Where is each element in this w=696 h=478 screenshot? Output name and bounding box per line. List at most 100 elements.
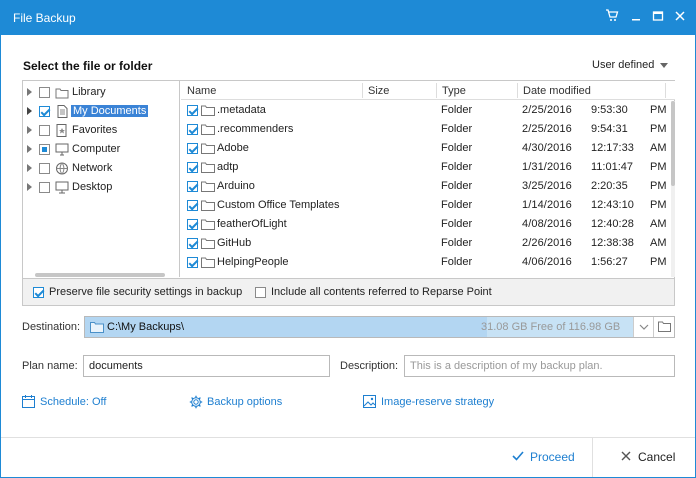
computer-icon: [55, 143, 69, 156]
column-header-name[interactable]: Name: [187, 85, 216, 97]
column-header-type[interactable]: Type: [442, 85, 466, 97]
tree-checkbox[interactable]: [39, 125, 50, 136]
destination-label: Destination:: [22, 321, 81, 333]
column-divider[interactable]: [436, 83, 437, 98]
column-header-size[interactable]: Size: [368, 85, 389, 97]
file-checkbox[interactable]: [187, 257, 198, 268]
cart-icon[interactable]: [602, 8, 622, 28]
desktop-icon: [55, 181, 69, 194]
backup-options-link[interactable]: Backup options: [189, 395, 289, 409]
tree-checkbox[interactable]: [39, 106, 50, 117]
file-type: Folder: [441, 123, 473, 135]
file-checkbox[interactable]: [187, 162, 198, 173]
file-type: Folder: [441, 237, 473, 249]
destination-field[interactable]: C:\My Backups\ 31.08 GB Free of 116.98 G…: [84, 316, 675, 338]
file-row[interactable]: Adobe Folder 4/30/2016 12:17:33 AM: [181, 139, 667, 158]
expand-icon[interactable]: [27, 88, 32, 96]
folder-icon: [201, 181, 215, 192]
tree-item-computer[interactable]: Computer: [25, 140, 177, 159]
file-time: 9:54:31: [591, 123, 628, 135]
file-row[interactable]: adtp Folder 1/31/2016 11:01:47 PM: [181, 158, 667, 177]
plan-name-label: Plan name:: [22, 360, 78, 372]
image-reserve-link[interactable]: Image-reserve strategy: [363, 395, 503, 409]
column-divider[interactable]: [362, 83, 363, 98]
file-list-header: Name Size Type Date modified: [181, 81, 675, 100]
maximize-icon[interactable]: [648, 8, 668, 28]
file-date: 1/31/2016: [522, 161, 572, 173]
file-date: 2/25/2016: [522, 104, 572, 116]
expand-icon[interactable]: [27, 164, 32, 172]
destination-dropdown-button[interactable]: [633, 317, 653, 337]
file-time: 2:20:35: [591, 180, 628, 192]
open-folder-icon: [658, 321, 671, 332]
column-divider[interactable]: [517, 83, 518, 98]
file-row[interactable]: HelpingPeople Folder 4/06/2016 1:56:27 P…: [181, 253, 667, 272]
section-title: Select the file or folder: [23, 59, 153, 73]
proceed-button-label: Proceed: [530, 450, 575, 464]
tree-item-desktop[interactable]: Desktop: [25, 178, 177, 197]
browse-folder-button[interactable]: [653, 317, 674, 337]
file-type: Folder: [441, 104, 473, 116]
tree-item-label: Desktop: [72, 181, 113, 193]
file-time: 12:38:38: [591, 237, 634, 249]
tree-item-favorites[interactable]: Favorites: [25, 121, 177, 140]
expand-icon[interactable]: [27, 183, 32, 191]
schedule-link-label: Schedule: Off: [40, 396, 107, 408]
folder-tree: Library My Documents Favorites Computer: [23, 81, 180, 277]
close-icon[interactable]: [670, 8, 690, 28]
schedule-link[interactable]: Schedule: Off: [22, 395, 122, 409]
plan-name-input[interactable]: documents: [83, 355, 330, 377]
file-checkbox[interactable]: [187, 143, 198, 154]
tree-item-label: Library: [72, 86, 106, 98]
scrollbar-thumb[interactable]: [671, 101, 675, 186]
tree-checkbox[interactable]: [39, 182, 50, 193]
expand-icon[interactable]: [27, 126, 32, 134]
file-name: HelpingPeople: [217, 256, 289, 268]
file-time: 9:53:30: [591, 104, 628, 116]
image-icon: [363, 395, 376, 408]
file-row[interactable]: .metadata Folder 2/25/2016 9:53:30 PM: [181, 101, 667, 120]
tree-checkbox[interactable]: [39, 87, 50, 98]
tree-item-network[interactable]: Network: [25, 159, 177, 178]
minimize-icon[interactable]: [626, 8, 646, 28]
file-checkbox[interactable]: [187, 238, 198, 249]
folder-icon: [201, 162, 215, 173]
folder-icon: [201, 105, 215, 116]
preserve-security-checkbox[interactable]: [33, 287, 44, 298]
file-selection-panel: Library My Documents Favorites Computer: [22, 80, 675, 306]
tree-item-library[interactable]: Library: [25, 83, 177, 102]
calendar-icon: [22, 395, 35, 408]
file-type: Folder: [441, 256, 473, 268]
view-mode-dropdown[interactable]: User defined: [592, 59, 669, 71]
file-ampm: AM: [650, 237, 667, 249]
file-date: 1/14/2016: [522, 199, 572, 211]
file-row[interactable]: featherOfLight Folder 4/08/2016 12:40:28…: [181, 215, 667, 234]
file-name: GitHub: [217, 237, 252, 249]
file-ampm: AM: [650, 142, 667, 154]
file-checkbox[interactable]: [187, 124, 198, 135]
preserve-security-label: Preserve file security settings in backu…: [49, 286, 243, 298]
file-list-vertical-scrollbar[interactable]: [671, 101, 675, 277]
file-checkbox[interactable]: [187, 181, 198, 192]
folder-icon: [201, 143, 215, 154]
backup-options-bar: Preserve file security settings in backu…: [23, 278, 674, 305]
file-row[interactable]: .recommenders Folder 2/25/2016 9:54:31 P…: [181, 120, 667, 139]
description-input[interactable]: This is a description of my backup plan.: [404, 355, 675, 377]
tree-horizontal-scrollbar[interactable]: [35, 273, 165, 277]
file-row[interactable]: Custom Office Templates Folder 1/14/2016…: [181, 196, 667, 215]
tree-checkbox[interactable]: [39, 144, 50, 155]
tree-checkbox[interactable]: [39, 163, 50, 174]
expand-icon[interactable]: [27, 107, 32, 115]
file-row[interactable]: GitHub Folder 2/26/2016 12:38:38 AM: [181, 234, 667, 253]
column-divider[interactable]: [665, 83, 666, 98]
file-checkbox[interactable]: [187, 219, 198, 230]
expand-icon[interactable]: [27, 145, 32, 153]
file-checkbox[interactable]: [187, 105, 198, 116]
file-checkbox[interactable]: [187, 200, 198, 211]
file-ampm: PM: [650, 180, 667, 192]
tree-item-my-documents[interactable]: My Documents: [25, 102, 177, 121]
file-name: adtp: [217, 161, 239, 173]
file-row[interactable]: Arduino Folder 3/25/2016 2:20:35 PM: [181, 177, 667, 196]
column-header-date[interactable]: Date modified: [523, 85, 591, 97]
reparse-point-checkbox[interactable]: [255, 287, 266, 298]
